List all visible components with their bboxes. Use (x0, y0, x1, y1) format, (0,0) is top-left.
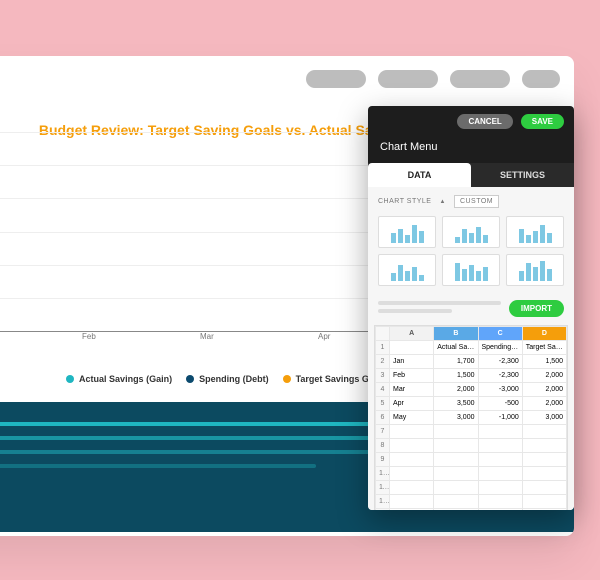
import-row: IMPORT (368, 294, 574, 325)
cell[interactable] (434, 439, 478, 453)
progress-placeholder (378, 301, 501, 317)
toolbar-pill[interactable] (378, 70, 438, 88)
dot-icon (66, 375, 74, 383)
cell[interactable]: 2,000 (522, 397, 566, 411)
cell[interactable]: 1,700 (434, 355, 478, 369)
col-header[interactable]: C (478, 327, 522, 341)
legend-label: Spending (Debt) (199, 374, 269, 384)
panel-title: Chart Menu (368, 137, 574, 163)
cell[interactable] (522, 467, 566, 481)
data-sheet[interactable]: ABCD1Actual Savings (Gain)Spending (Debt… (374, 325, 568, 510)
cell[interactable] (434, 481, 478, 495)
chart-style-thumb[interactable] (442, 254, 500, 286)
cell[interactable]: 1,500 (522, 355, 566, 369)
x-tick: Feb (82, 332, 200, 346)
panel-header: CANCEL SAVE Chart Menu DATA SETTINGS (368, 106, 574, 187)
cell[interactable] (478, 425, 522, 439)
cell[interactable]: 2,000 (434, 383, 478, 397)
cell[interactable]: Spending (Debt) (478, 341, 522, 355)
tab-data[interactable]: DATA (368, 163, 471, 187)
chart-style-thumb[interactable] (506, 254, 564, 286)
cell[interactable]: May (390, 411, 434, 425)
cell[interactable]: 2,000 (522, 369, 566, 383)
cell[interactable]: -2,300 (478, 355, 522, 369)
col-header[interactable]: A (390, 327, 434, 341)
chart-style-thumb[interactable] (506, 216, 564, 248)
cell[interactable] (478, 467, 522, 481)
cell[interactable] (522, 453, 566, 467)
cell[interactable] (522, 439, 566, 453)
cell[interactable] (522, 495, 566, 509)
cell[interactable] (478, 481, 522, 495)
cell[interactable] (390, 425, 434, 439)
cell[interactable] (390, 453, 434, 467)
chart-style-row: CHART STYLE ▲ CUSTOM (368, 187, 574, 216)
legend-item: Spending (Debt) (186, 374, 269, 384)
tab-settings[interactable]: SETTINGS (471, 163, 574, 187)
import-button[interactable]: IMPORT (509, 300, 564, 317)
cell[interactable] (390, 509, 434, 511)
cell[interactable] (390, 495, 434, 509)
toolbar-pill[interactable] (306, 70, 366, 88)
cell[interactable] (478, 439, 522, 453)
topbar (0, 56, 574, 102)
cell[interactable] (390, 481, 434, 495)
cell[interactable] (434, 467, 478, 481)
chevron-up-icon[interactable]: ▲ (439, 199, 445, 205)
cell[interactable]: Feb (390, 369, 434, 383)
legend-item: Actual Savings (Gain) (66, 374, 172, 384)
legend-label: Actual Savings (Gain) (79, 374, 172, 384)
cell[interactable] (390, 341, 434, 355)
col-header[interactable]: B (434, 327, 478, 341)
cell[interactable] (390, 467, 434, 481)
cell[interactable]: -2,300 (478, 369, 522, 383)
panel-tabs: DATA SETTINGS (368, 163, 574, 187)
cancel-button[interactable]: CANCEL (457, 114, 512, 129)
cell[interactable]: Mar (390, 383, 434, 397)
cell[interactable]: Jan (390, 355, 434, 369)
cell[interactable]: -3,000 (478, 383, 522, 397)
cell[interactable] (478, 453, 522, 467)
x-tick: Jan (0, 332, 82, 346)
chart-menu-panel: CANCEL SAVE Chart Menu DATA SETTINGS CHA… (368, 106, 574, 510)
cell[interactable] (522, 481, 566, 495)
save-button[interactable]: SAVE (521, 114, 564, 129)
chart-style-thumb[interactable] (378, 216, 436, 248)
cell[interactable]: Target Savings Goal (522, 341, 566, 355)
x-tick: Mar (200, 332, 318, 346)
cell[interactable]: 3,500 (434, 397, 478, 411)
cell[interactable]: Actual Savings (Gain) (434, 341, 478, 355)
dot-icon (283, 375, 291, 383)
cell[interactable]: 3,000 (434, 411, 478, 425)
cell[interactable] (478, 495, 522, 509)
cell[interactable]: 3,000 (522, 411, 566, 425)
cell[interactable] (522, 509, 566, 511)
cell[interactable] (522, 425, 566, 439)
chart-style-thumb[interactable] (378, 254, 436, 286)
chart-style-label: CHART STYLE (378, 198, 431, 205)
cell[interactable]: Apr (390, 397, 434, 411)
cell[interactable] (390, 439, 434, 453)
cell[interactable] (434, 453, 478, 467)
chart-style-thumb[interactable] (442, 216, 500, 248)
cell[interactable]: -1,000 (478, 411, 522, 425)
cell[interactable]: 1,500 (434, 369, 478, 383)
toolbar-pill[interactable] (450, 70, 510, 88)
cell[interactable]: -500 (478, 397, 522, 411)
cell[interactable] (434, 509, 478, 511)
toolbar-pill[interactable] (522, 70, 560, 88)
cell[interactable] (434, 425, 478, 439)
col-header[interactable]: D (522, 327, 566, 341)
custom-style-button[interactable]: CUSTOM (454, 195, 499, 208)
chart-style-thumbs (368, 216, 574, 294)
dot-icon (186, 375, 194, 383)
cell[interactable]: 2,000 (522, 383, 566, 397)
cell[interactable] (478, 509, 522, 511)
cell[interactable] (434, 495, 478, 509)
panel-body: CHART STYLE ▲ CUSTOM IMPORT ABCD1Actual … (368, 187, 574, 510)
